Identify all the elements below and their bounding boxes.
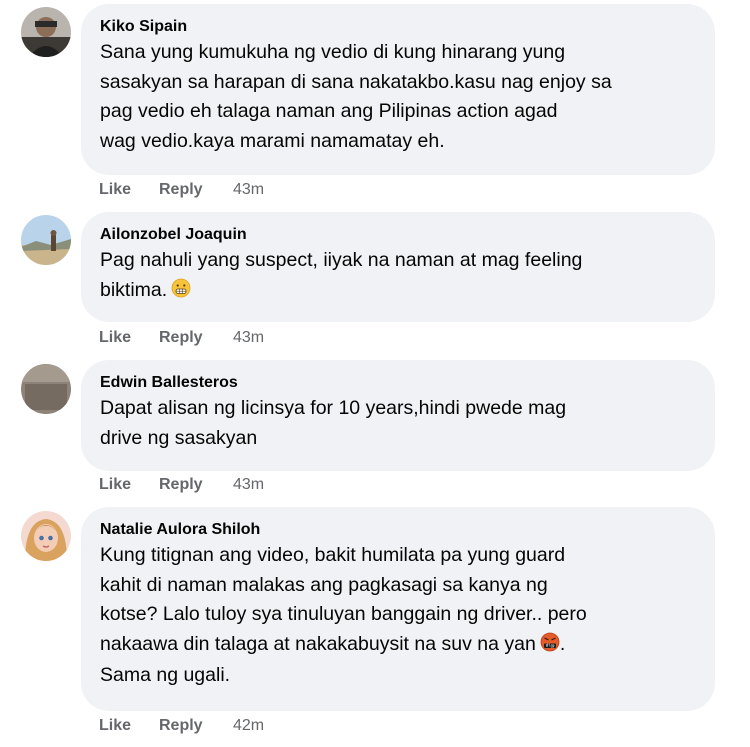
comment-text-fragment: nakaawa din talaga at nakakabuysit na su… [100,632,536,655]
comment-text-line: nakaawa din talaga at nakakabuysit na su… [100,630,697,662]
comment-text-line: Sama ng ugali. [100,664,231,686]
comment-text-line: Sana yung kumukuha ng vedio di kung hina… [100,41,566,63]
comment-text-line: pag vedio eh talaga naman ang Pilipinas … [100,100,558,122]
profile-photo-icon [21,7,71,57]
profile-photo-icon [21,511,71,561]
cursing-face-emoji-icon: #!@ [540,632,560,662]
grimacing-face-emoji-icon [171,278,191,308]
comment-text-line: Kung titignan ang video, bakit humilata … [100,544,566,566]
comment-author[interactable]: Ailonzobel Joaquin [100,224,697,246]
comment-text-line: kotse? Lalo tuloy sya tinuluyan banggain… [100,603,587,625]
comment-timestamp[interactable]: 43m [233,180,264,200]
comment-text-line: Pag nahuli yang suspect, iiyak na naman … [100,249,583,271]
avatar[interactable] [21,364,71,414]
comment-author[interactable]: Natalie Aulora Shiloh [100,519,697,541]
comment-text-line: drive ng sasakyan [100,426,258,449]
comment-text-line: biktima. [100,276,697,308]
comment-actions: Like Reply 43m [99,328,264,348]
comment-actions: Like Reply 43m [99,475,264,495]
comment-text-line: sasakyan sa harapan di sana nakatakbo.ka… [100,70,612,93]
comment-text: Pag nahuli yang suspect, iiyak na naman … [100,246,697,307]
profile-photo-icon [21,215,71,265]
comment-bubble: Edwin Ballesteros Dapat alisan ng licins… [81,360,715,471]
like-button[interactable]: Like [99,328,159,348]
comment-text-fragment: . [559,632,566,655]
like-button[interactable]: Like [99,716,159,736]
comment-actions: Like Reply 42m [99,716,264,736]
reply-button[interactable]: Reply [159,716,233,736]
comment-bubble: Kiko Sipain Sana yung kumukuha ng vedio … [81,4,715,175]
comment-timestamp[interactable]: 43m [233,328,264,348]
reply-button[interactable]: Reply [159,328,233,348]
profile-photo-icon [21,364,71,414]
comment-text: Sana yung kumukuha ng vedio di kung hina… [100,38,697,156]
comment-author[interactable]: Edwin Ballesteros [100,372,697,394]
comment-text-line: kahit di naman malakas ang pagkasagi sa … [100,573,548,596]
avatar[interactable] [21,7,71,57]
comment-text-fragment: biktima. [100,278,168,301]
comment-timestamp[interactable]: 43m [233,475,264,495]
comment-text-line: wag vedio.kaya marami namamatay eh. [100,129,445,152]
like-button[interactable]: Like [99,475,159,495]
like-button[interactable]: Like [99,180,159,200]
reply-button[interactable]: Reply [159,475,233,495]
comment-text-line: Dapat alisan ng licinsya for 10 years,hi… [100,397,567,419]
comment-author[interactable]: Kiko Sipain [100,16,697,38]
comment-text: Dapat alisan ng licinsya for 10 years,hi… [100,394,697,453]
comment-timestamp[interactable]: 42m [233,716,264,736]
avatar[interactable] [21,511,71,561]
avatar[interactable] [21,215,71,265]
comment-bubble: Natalie Aulora Shiloh Kung titignan ang … [81,507,715,711]
comment-bubble: Ailonzobel Joaquin Pag nahuli yang suspe… [81,212,715,322]
svg-text:#!@: #!@ [545,643,554,648]
comment-text: Kung titignan ang video, bakit humilata … [100,541,697,691]
comment-actions: Like Reply 43m [99,180,264,200]
reply-button[interactable]: Reply [159,180,233,200]
